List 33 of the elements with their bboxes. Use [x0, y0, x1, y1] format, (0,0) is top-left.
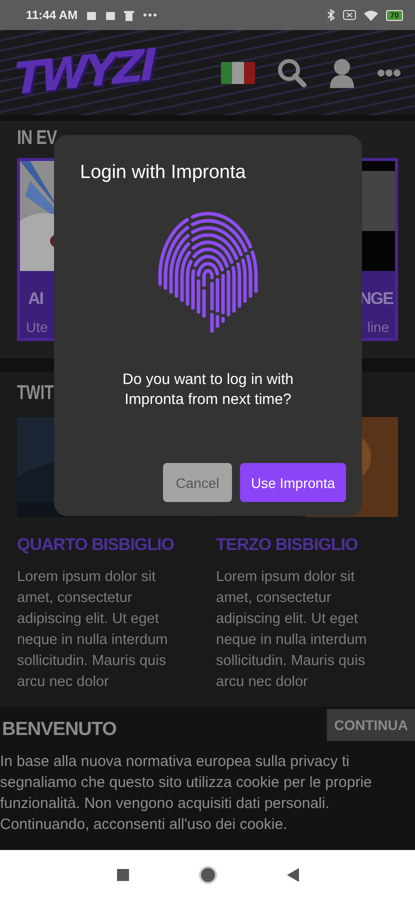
more-icon [142, 12, 158, 18]
dialog-title: Login with Impronta [80, 162, 246, 184]
section-title: TWIT [17, 382, 54, 405]
confirm-button[interactable]: Use Impronta [240, 463, 346, 502]
back-icon[interactable] [286, 868, 298, 882]
continue-button[interactable]: CONTINUA [327, 709, 415, 741]
user-icon[interactable] [329, 58, 355, 88]
post-title[interactable]: QUARTO BISBIGLIO [17, 535, 199, 555]
more-icon[interactable] [377, 68, 401, 76]
battery-icon: 70 [386, 10, 403, 20]
post-title[interactable]: TERZO BISBIGLIO [216, 535, 398, 555]
section-title: IN EV [17, 127, 57, 150]
recents-icon[interactable] [116, 869, 128, 881]
search-icon[interactable] [277, 58, 307, 88]
cookie-notice: In base alla nuova normativa europea sulla privacy ti segnaliamo che questo sito utilizza cookie per le proprie funzionalità. Non vengono acquisiti dati personali. Continuando, acconsenti all'uso dei cookie. [0, 752, 373, 835]
fingerprint-icon [158, 212, 258, 333]
cancel-button[interactable]: Cancel [163, 463, 232, 502]
status-time: 11:44 AM [26, 8, 78, 22]
trash-icon [124, 10, 134, 20]
card-subtitle: line [367, 319, 389, 335]
home-icon[interactable] [198, 866, 216, 884]
sim-icon [343, 10, 356, 20]
notification-icon [104, 10, 116, 20]
dialog-message: Do you want to log in with Impronta from next time? [122, 370, 294, 410]
bluetooth-icon [327, 9, 336, 21]
post-excerpt: Lorem ipsum dolor sit amet, consectetur adipiscing elit. Ut eget neque in nulla interdum sollicitudin. Mauris quis arcu nec dolor [216, 568, 368, 692]
card-title: AI [28, 289, 43, 309]
notification-icon [86, 10, 97, 20]
wifi-icon [364, 10, 378, 20]
flag-icon[interactable] [221, 62, 255, 84]
welcome-title: BENVENUTO [1, 718, 116, 741]
card-subtitle: Ute [26, 319, 48, 335]
post-excerpt: Lorem ipsum dolor sit amet, consectetur adipiscing elit. Ut eget neque in nulla interdum sollicitudin. Mauris quis arcu nec dolor [17, 568, 169, 692]
